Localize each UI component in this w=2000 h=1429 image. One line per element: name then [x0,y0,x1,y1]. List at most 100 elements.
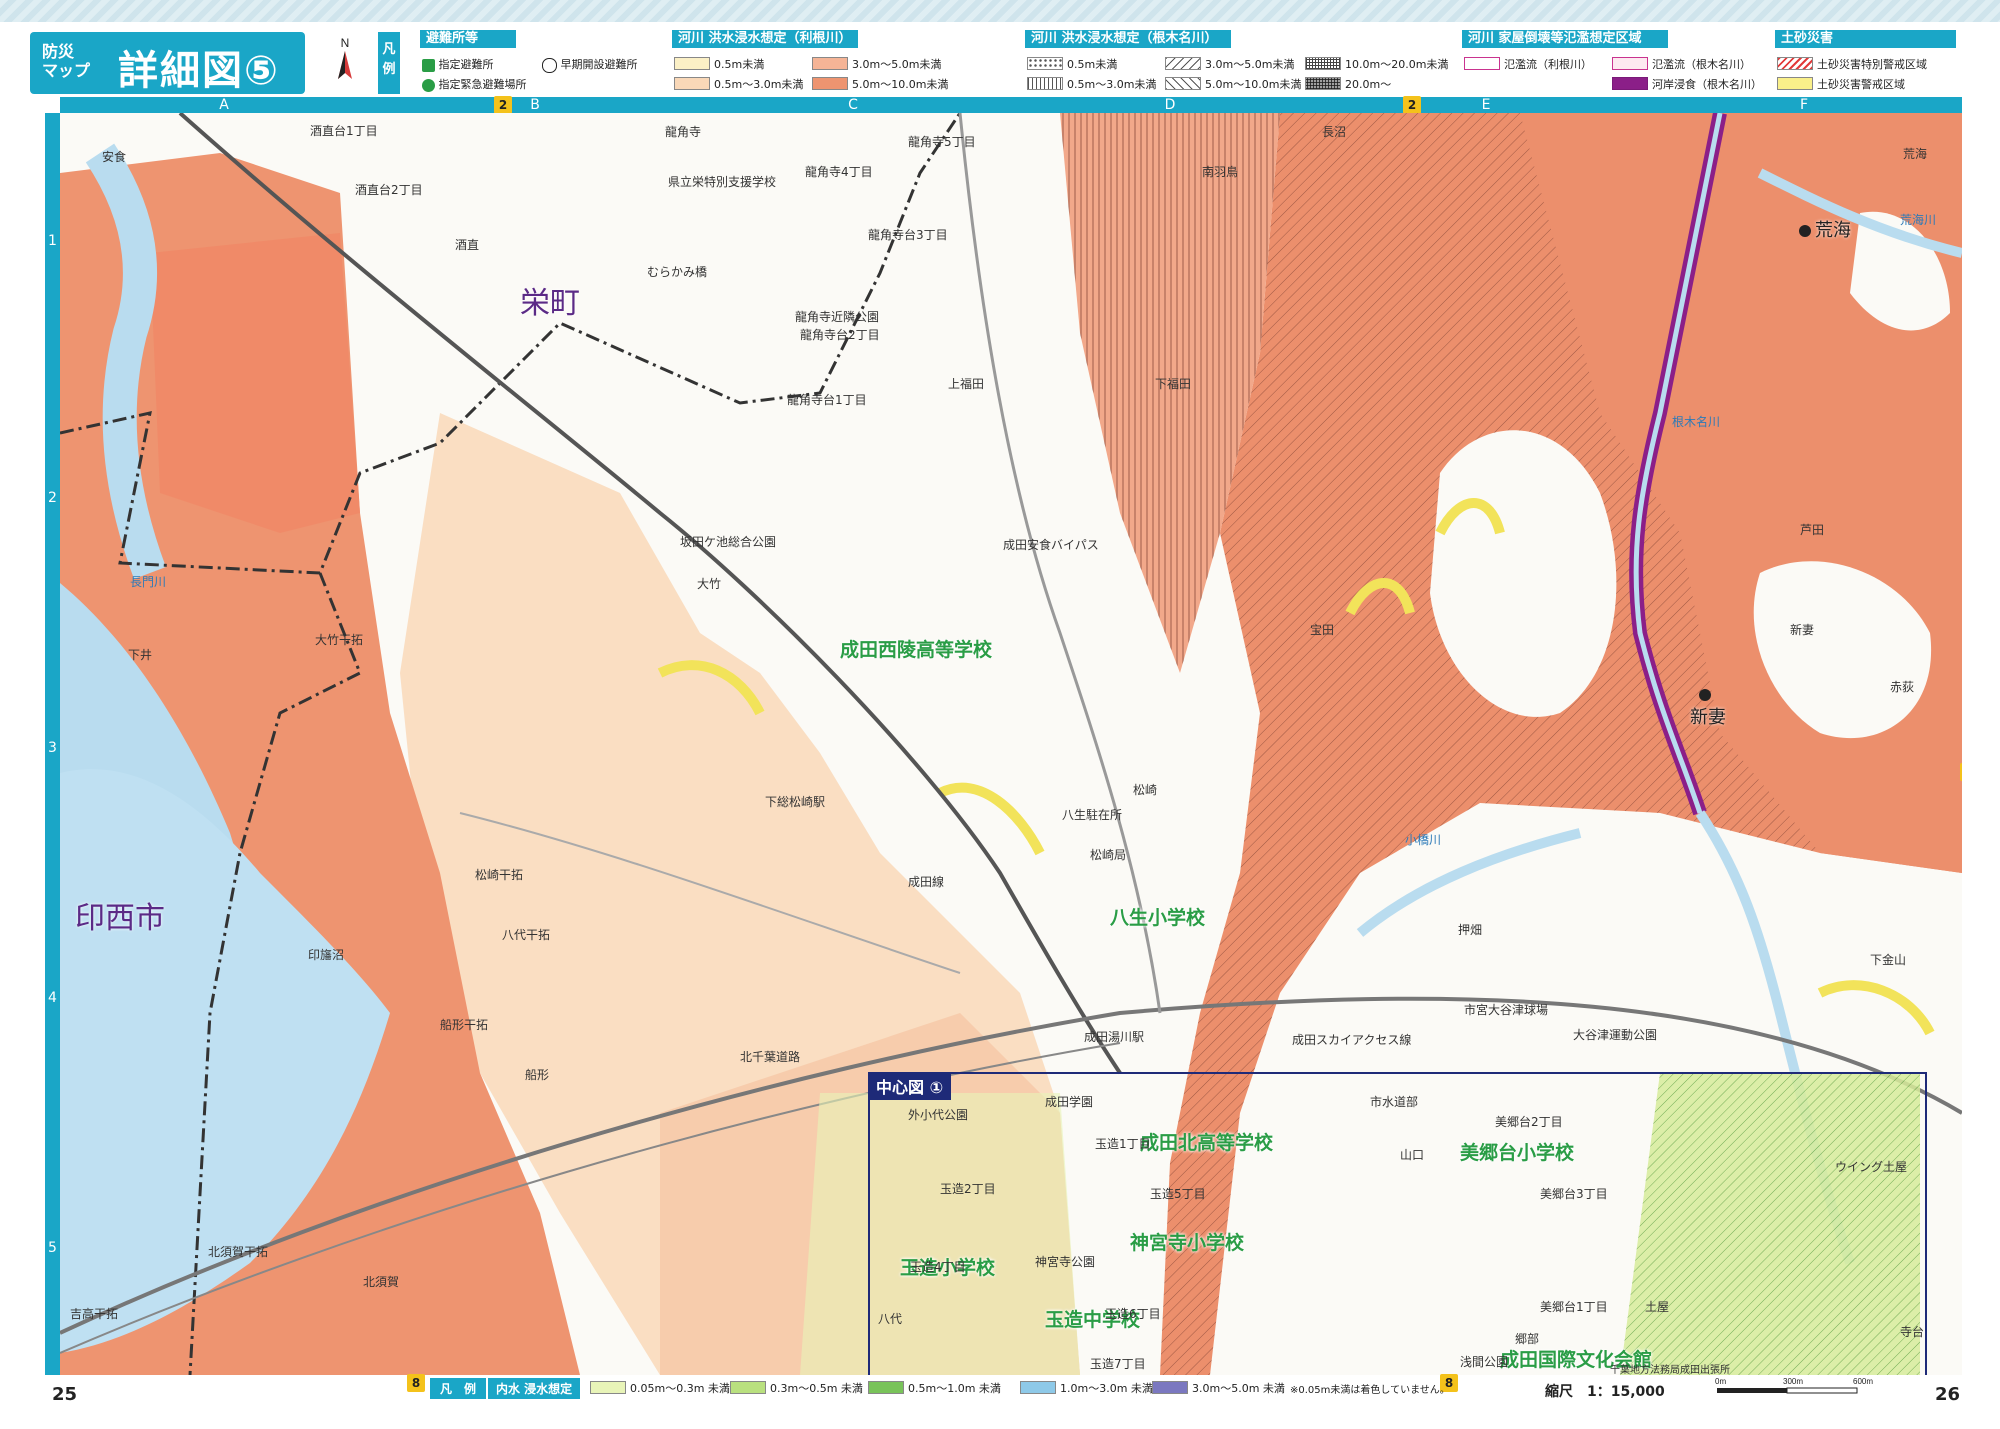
place-label: 根木名川 [1672,415,1721,429]
place-label: むらかみ橋 [647,265,708,279]
page-title: 詳細図⑤ [118,48,280,94]
place-label: 酒直台2丁目 [355,183,423,197]
nekina-swatch-2 [1165,57,1201,70]
inset-place-label: 玉造2丁目 [940,1182,996,1196]
legend-nekina-item-2: 3.0m～5.0m未満 [1165,56,1315,71]
page-marker-right: 6 [1960,763,1962,781]
inset-place-label: 玉造7丁目 [1090,1357,1146,1371]
place-label: 松崎 [1133,783,1158,797]
place-label: 小橋川 [1405,833,1442,847]
place-label: 下福田 [1155,377,1192,391]
inset-place-label: 美郷台1丁目 [1540,1300,1608,1314]
legend-tone-item-2: 3.0m～5.0m未満 [812,56,962,71]
page-number-right: 26 [1935,1384,1961,1405]
place-label: 龍角寺近隣公園 [795,310,880,324]
scale-tick-2: 600m [1853,1377,1873,1386]
inland-swatch-3 [1020,1381,1056,1394]
place-label: 龍角寺台1丁目 [787,393,867,407]
place-label: 吉高干拓 [70,1307,119,1321]
row-label-2: 2 [48,490,57,506]
landslide-swatch-0 [1777,57,1813,70]
nekina-swatch-4 [1305,57,1341,70]
legend-landslide-item-0: 土砂災害特別警戒区域 [1777,56,1947,71]
scale-text: 縮尺 1：15,000 [1545,1384,1665,1400]
place-label: 下総松崎駅 [765,795,826,809]
place-label: 大竹 [697,577,722,591]
legend-collapse-item-1: 氾濫流（根木名川） [1612,56,1762,71]
place-label: 南羽鳥 [1202,165,1239,179]
inland-legend-item-4: 3.0m～5.0m 未満 [1152,1380,1292,1395]
place-label: 上福田 [948,377,985,391]
inset-place-label: 玉造1丁目 [1095,1137,1151,1151]
tone-swatch-2 [812,57,848,70]
title-small: 防災 マップ [42,42,91,80]
col-label-c: C [848,97,858,113]
place-label: 龍角寺5丁目 [908,135,976,149]
inset-place-label: 浅間公園 [1460,1355,1509,1369]
place-label: 松崎干拓 [475,868,524,882]
school-seiryo[interactable]: 成田西陵高等学校 [840,635,992,662]
school-hanyu[interactable]: 八生小学校 [1110,903,1205,930]
legend-shelters-head: 避難所等 [420,30,516,48]
col-label-e: E [1481,97,1491,113]
inset-place-label: 玉造5丁目 [1150,1187,1206,1201]
legend-tone-head: 河川 洪水浸水想定（利根川） [672,30,858,48]
inset-place-label: 美郷台2丁目 [1495,1115,1563,1129]
column-ruler [60,97,1962,113]
north-arrow-icon: N [338,36,352,79]
school-misatodai[interactable]: 美郷台小学校 [1460,1138,1574,1165]
tone-swatch-3 [812,77,848,90]
scale-tick-1: 300m [1783,1377,1803,1386]
col-label-f: F [1799,97,1809,113]
nekina-swatch-3 [1165,77,1201,90]
inset-place-label: 神宮寺公園 [1035,1255,1096,1269]
legend-tone-item-1: 0.5m～3.0m未満 [674,76,824,91]
legend-collapse-head: 河川 家屋倒壊等氾濫想定区域 [1462,30,1668,48]
col-label-a: A [219,97,229,113]
collapse-swatch-2 [1612,77,1648,90]
inset-place-label: 玉造4丁目 [910,1260,966,1274]
place-label: 下井 [128,648,153,662]
page-marker-bottom-left: 8 [407,1374,425,1392]
school-jingu[interactable]: 神宮寺小学校 [1130,1228,1244,1255]
inset-place-label: 郷部 [1515,1332,1540,1346]
place-label: 龍角寺4丁目 [805,165,873,179]
place-label: 龍角寺台2丁目 [800,328,880,342]
nekina-swatch-5 [1305,77,1341,90]
legend-nekina-item-3: 5.0m～10.0m未満 [1165,76,1315,91]
inset-label: 中心図 ① [868,1072,952,1100]
station-arami-label: 荒海 [1815,220,1851,241]
legend-nekina-item-4: 10.0m～20.0m未満 [1305,56,1455,71]
legend-nekina-item-5: 20.0m～ [1305,76,1455,91]
col-label-b: B [530,97,540,113]
school-narita-kita[interactable]: 成田北高等学校 [1140,1128,1273,1155]
place-label: 松崎局 [1090,848,1127,862]
place-label: 成田湯川駅 [1084,1030,1145,1044]
station-niitsuma-label: 新妻 [1690,707,1726,728]
place-label: 荒海川 [1900,213,1937,227]
page-marker-top-right: 2 [1403,96,1421,114]
place-label: 大竹干拓 [315,633,364,647]
north-label: N [341,36,350,50]
city-inzai-label: 印西市 [75,901,165,936]
inland-swatch-4 [1152,1381,1188,1394]
inland-legend-item-3: 1.0m～3.0m 未満 [1020,1380,1160,1395]
inland-note: ※0.05m未満は着色していません。 [1290,1385,1450,1396]
place-label: 宝田 [1310,623,1335,637]
inland-swatch-2 [868,1381,904,1394]
inset-place-label: 玉造6丁目 [1105,1307,1161,1321]
place-label: 龍角寺 [665,125,702,139]
nekina-swatch-0 [1027,57,1063,70]
col-label-d: D [1164,97,1176,113]
place-label: 芦田 [1800,523,1825,537]
inset-place-label: 市水道部 [1370,1095,1419,1109]
inset-place-label: ウイング土屋 [1835,1160,1908,1174]
hazard-map[interactable]: 安食 酒直台1丁目 酒直台2丁目 酒直 龍角寺 県立栄特別支援学校 龍角寺5丁目… [60,113,1962,1375]
inset-place-label: 成田学園 [1045,1095,1094,1109]
inland-legend-item-0: 0.05m～0.3m 未満 [590,1380,730,1395]
place-label: 安食 [102,150,127,164]
legend-title: 凡 例 [382,42,396,77]
legend-tone-item-3: 5.0m～10.0m未満 [812,76,962,91]
place-label: 印旛沼 [308,948,345,962]
page-number-left: 25 [52,1384,78,1405]
